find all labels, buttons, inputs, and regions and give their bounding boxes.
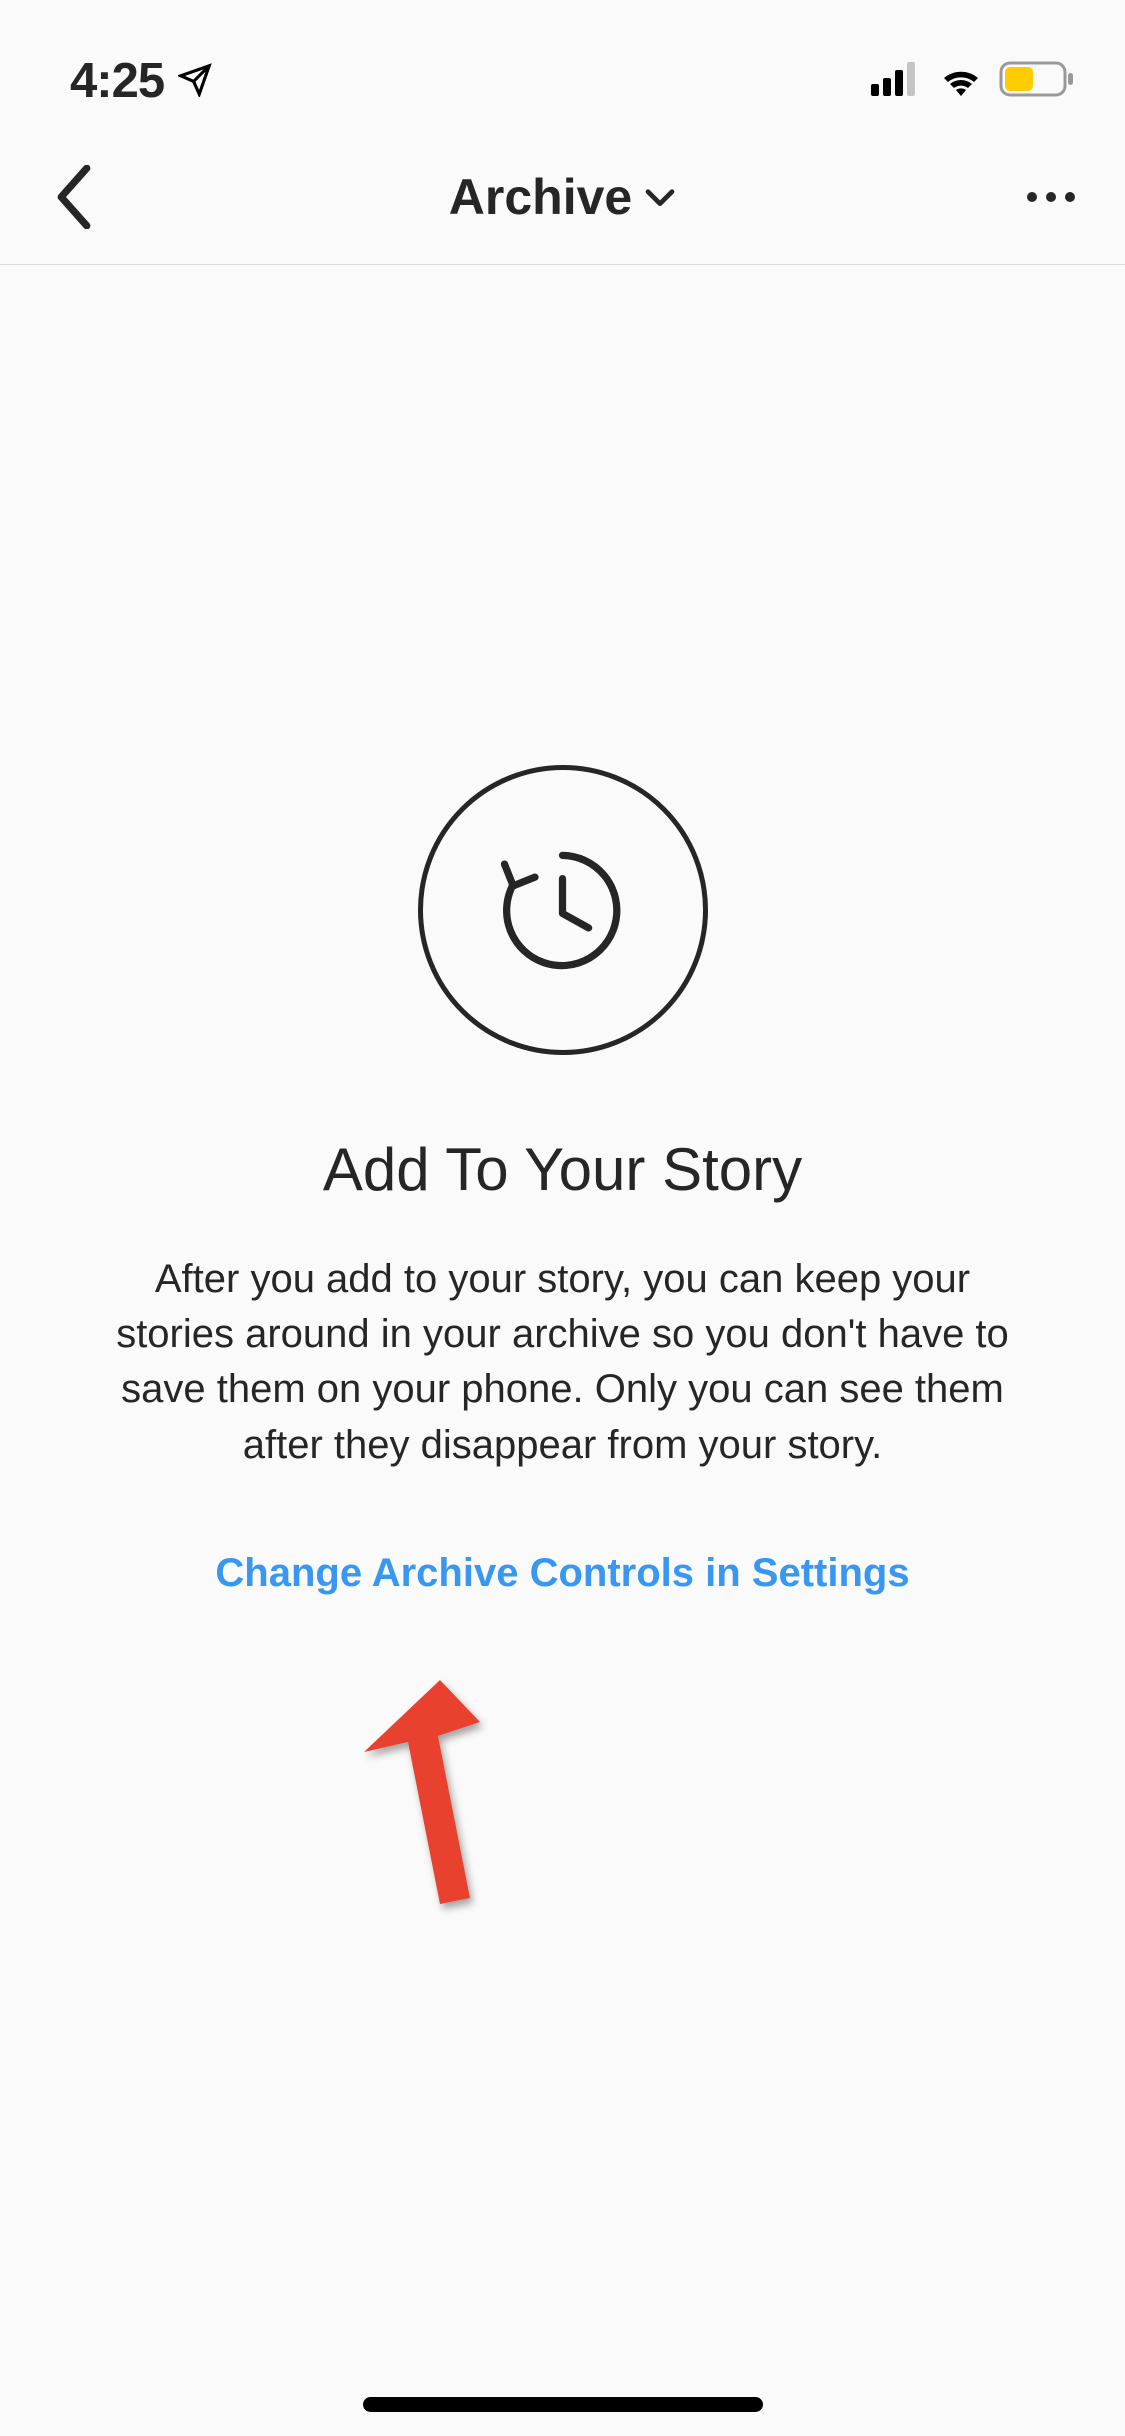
cellular-icon <box>871 62 923 101</box>
more-icon <box>1026 190 1076 204</box>
home-indicator[interactable] <box>363 2397 763 2412</box>
empty-state-description: After you add to your story, you can kee… <box>93 1252 1033 1473</box>
annotation-arrow <box>230 1660 510 1945</box>
archive-icon-circle <box>418 765 708 1055</box>
history-icon <box>490 838 635 983</box>
page-title: Archive <box>449 168 632 226</box>
status-bar: 4:25 <box>0 0 1125 130</box>
back-button[interactable] <box>34 157 114 237</box>
empty-state: Add To Your Story After you add to your … <box>0 265 1125 1596</box>
status-time: 4:25 <box>70 53 164 109</box>
chevron-left-icon <box>53 165 95 229</box>
empty-state-title: Add To Your Story <box>323 1135 802 1204</box>
wifi-icon <box>937 62 985 101</box>
battery-icon <box>999 61 1075 102</box>
archive-settings-link[interactable]: Change Archive Controls in Settings <box>215 1551 909 1596</box>
chevron-down-icon <box>644 186 676 208</box>
location-icon <box>178 53 212 109</box>
status-time-group: 4:25 <box>70 53 212 109</box>
nav-header: Archive <box>0 130 1125 265</box>
status-icons <box>871 61 1075 102</box>
more-button[interactable] <box>1011 157 1091 237</box>
archive-dropdown[interactable]: Archive <box>449 168 676 226</box>
